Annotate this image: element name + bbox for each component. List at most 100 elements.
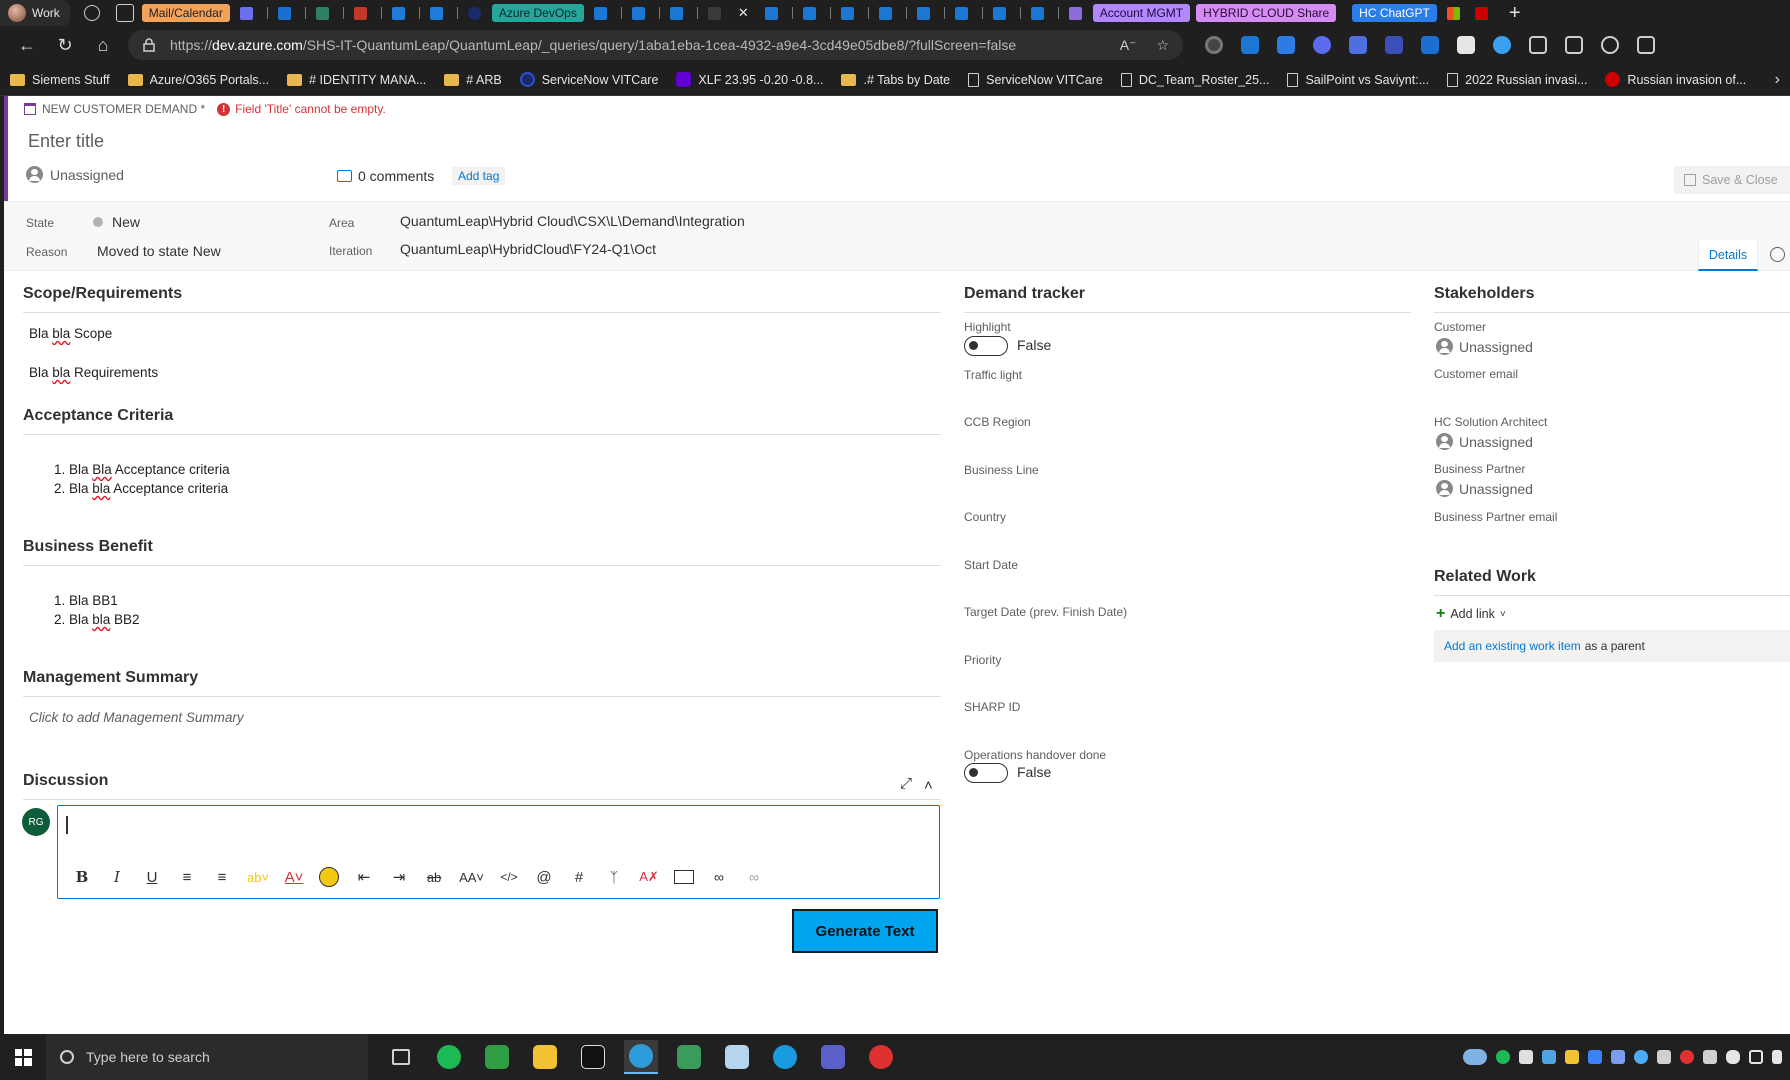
discussion-editor[interactable]: B I U ≡ ≡ ab˅ A˅ ⇤ ⇥ ab AA˅ </> @ # ᛉ A✗… (57, 805, 940, 899)
refresh-icon[interactable]: ↻ (46, 26, 84, 64)
bullet-list-icon[interactable]: ≡ (177, 866, 197, 888)
tab-group-mail[interactable]: Mail/Calendar (141, 4, 230, 22)
benefit-item[interactable]: 2. Bla bla BB2 (54, 612, 140, 627)
bookmark-item[interactable]: Russian invasion of... (1605, 72, 1746, 87)
save-close-button[interactable]: Save & Close (1674, 166, 1790, 194)
tab-devops-icon[interactable] (951, 5, 973, 21)
tab-news-icon[interactable] (350, 5, 372, 21)
collapse-chevron-icon[interactable]: ˄ (924, 777, 933, 794)
notes-app-icon[interactable] (720, 1040, 754, 1074)
tab-devops-icon[interactable] (875, 5, 897, 21)
scope-line[interactable]: Bla bla Scope (29, 326, 112, 341)
tab-devops-icon[interactable] (913, 5, 935, 21)
tab-group-account-mgmt[interactable]: Account MGMT (1092, 4, 1191, 22)
tab-devops-icon[interactable] (761, 5, 783, 21)
bookmark-item[interactable]: Siemens Stuff (10, 73, 110, 87)
taskbar-search[interactable]: Type here to search (46, 1034, 368, 1080)
tab-group-hybrid-cloud[interactable]: HYBRID CLOUD Share (1196, 4, 1337, 22)
cloud-tray-icon[interactable] (1542, 1050, 1556, 1064)
underline-icon[interactable]: U (142, 866, 162, 888)
bookmark-item[interactable]: # IDENTITY MANA... (287, 73, 426, 87)
tab-outlook-icon[interactable] (274, 5, 296, 21)
start-date-field[interactable]: Start Date (964, 558, 1018, 572)
add-link-button[interactable]: + Add link ˅ (1436, 605, 1506, 623)
edge-browser-icon[interactable] (624, 1040, 658, 1074)
comments-link[interactable]: 0 comments (337, 168, 434, 184)
teams-icon[interactable] (816, 1040, 850, 1074)
read-aloud-icon[interactable]: A⁻ (1120, 37, 1137, 54)
architect-picker[interactable]: Unassigned (1436, 433, 1533, 450)
extension-diamond-icon[interactable] (1493, 36, 1511, 54)
task-view-icon[interactable] (384, 1040, 418, 1074)
pull-request-icon[interactable]: ᛉ (604, 866, 624, 888)
add-tag-button[interactable]: Add tag (452, 167, 506, 185)
business-partner-email-field[interactable]: Business Partner email (1434, 510, 1557, 524)
tray-app-icon[interactable] (1657, 1050, 1671, 1064)
business-line-field[interactable]: Business Line (964, 463, 1039, 477)
workspaces-icon[interactable] (83, 5, 100, 21)
tab-devops-icon[interactable] (989, 5, 1011, 21)
tray-app-icon[interactable] (1680, 1050, 1694, 1064)
unlink-icon[interactable]: ∞ (744, 866, 764, 888)
tab-devops-icon[interactable] (590, 5, 612, 21)
tab-azure-icon[interactable] (388, 5, 410, 21)
excel-icon[interactable] (672, 1040, 706, 1074)
customer-picker[interactable]: Unassigned (1436, 338, 1533, 355)
file-explorer-icon[interactable] (528, 1040, 562, 1074)
red-app-icon[interactable] (864, 1040, 898, 1074)
volume-icon[interactable] (1772, 1050, 1782, 1064)
extension-outlook-icon[interactable] (1421, 36, 1439, 54)
generate-text-button[interactable]: Generate Text (792, 909, 938, 953)
image-icon[interactable] (674, 870, 694, 884)
country-field[interactable]: Country (964, 510, 1006, 524)
tray-app-icon[interactable] (1703, 1050, 1717, 1064)
area-path-field[interactable]: QuantumLeap\Hybrid Cloud\CSX\L\Demand\In… (400, 213, 745, 229)
add-existing-work-item-link[interactable]: Add an existing work item (1444, 639, 1581, 653)
indent-icon[interactable]: ⇥ (389, 866, 409, 888)
extension-azure-icon[interactable] (1277, 36, 1295, 54)
bookmark-item[interactable]: Azure/O365 Portals... (127, 73, 269, 87)
extension-blue-icon[interactable] (1241, 36, 1259, 54)
business-partner-picker[interactable]: Unassigned (1436, 480, 1533, 497)
discord-icon[interactable] (1519, 1050, 1533, 1064)
tab-devops-icon[interactable] (799, 5, 821, 21)
management-summary-field[interactable]: Click to add Management Summary (29, 710, 244, 725)
bookmark-item[interactable]: # ARB (444, 73, 502, 87)
terminal-icon[interactable] (576, 1040, 610, 1074)
customer-email-field[interactable]: Customer email (1434, 367, 1518, 381)
back-arrow-icon[interactable]: ← (8, 26, 46, 64)
state-dropdown[interactable]: New (112, 214, 140, 230)
extension-circle-icon[interactable] (1205, 36, 1223, 54)
code-icon[interactable]: </> (499, 866, 519, 888)
url-field[interactable]: https://dev.azure.com/SHS-IT-QuantumLeap… (128, 30, 1183, 60)
extension-shield-icon[interactable] (1349, 36, 1367, 54)
bookmark-item[interactable]: 2022 Russian invasi... (1447, 72, 1587, 87)
numbered-list-icon[interactable]: ≡ (212, 866, 232, 888)
reason-dropdown[interactable]: Moved to state New (97, 243, 221, 259)
highlight-toggle[interactable] (964, 336, 1008, 356)
tab-ai-icon[interactable] (1065, 5, 1087, 21)
ccb-region-field[interactable]: CCB Region (964, 415, 1031, 429)
tab-details[interactable]: Details (1698, 240, 1758, 271)
font-size-icon[interactable]: AA˅ (459, 866, 484, 888)
network-icon[interactable] (1749, 1050, 1763, 1064)
tab-active-devops-icon[interactable] (704, 5, 726, 21)
favorite-star-icon[interactable]: ☆ (1156, 37, 1169, 54)
extension-tag-icon[interactable] (1457, 36, 1475, 54)
extension-badge-icon[interactable] (1385, 36, 1403, 54)
bookmark-item[interactable]: SailPoint vs Saviynt:... (1287, 72, 1429, 87)
requirements-line[interactable]: Bla bla Requirements (29, 365, 158, 380)
bold-icon[interactable]: B (72, 866, 92, 888)
tab-teams-icon[interactable] (312, 5, 334, 21)
expand-icon[interactable]: ⤢ (900, 775, 912, 792)
tray-app-icon[interactable] (1565, 1050, 1579, 1064)
italic-icon[interactable]: I (107, 866, 127, 888)
title-input[interactable] (20, 126, 920, 156)
tab-circle-icon[interactable] (464, 5, 486, 21)
bookmark-item[interactable]: .# Tabs by Date (841, 73, 950, 87)
tab-group-azure-devops[interactable]: Azure DevOps (491, 4, 584, 22)
tab-devops-icon[interactable] (666, 5, 688, 21)
favorites-icon[interactable] (1601, 36, 1619, 54)
tab-microsoft-icon[interactable] (1443, 5, 1465, 21)
weather-icon[interactable] (1463, 1049, 1487, 1065)
